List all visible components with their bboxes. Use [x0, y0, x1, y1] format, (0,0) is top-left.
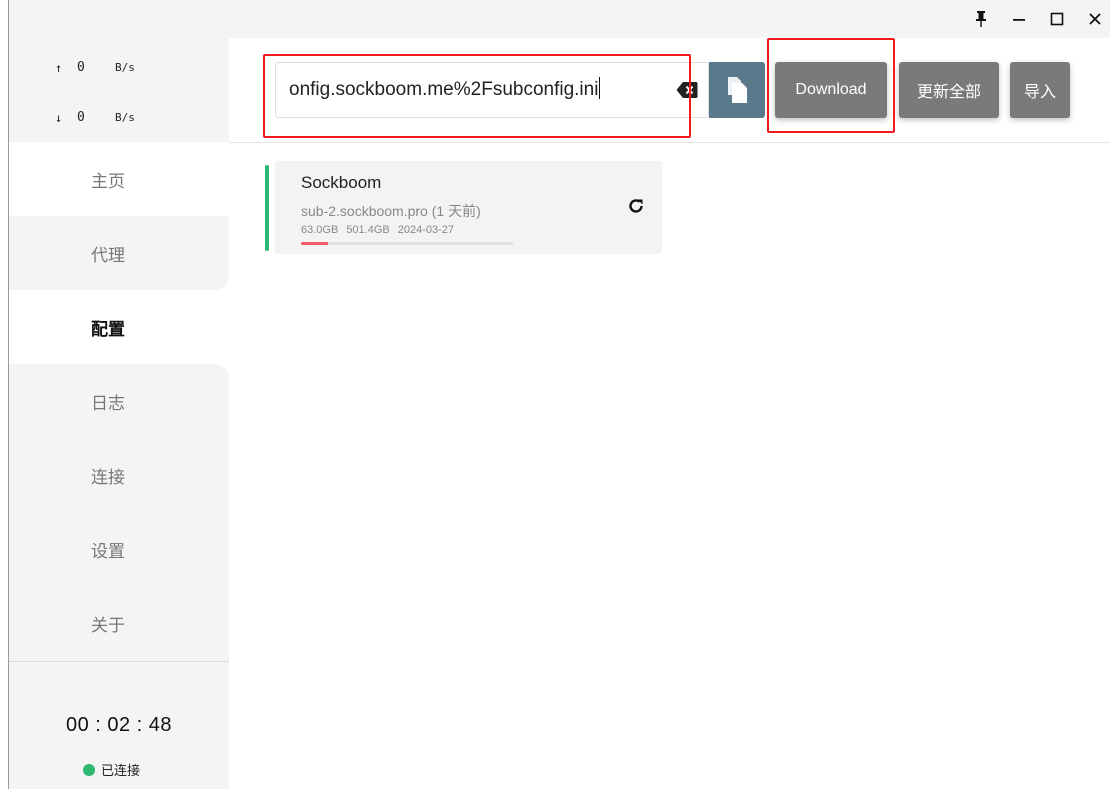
- app-window: ↑ 0 B/s ↓ 0 B/s 主页 代理 配置 日志 连接 设置 关于 00 …: [8, 0, 1110, 789]
- sidebar-item-label: 连接: [91, 467, 125, 487]
- import-button[interactable]: 导入: [1010, 62, 1070, 118]
- sidebar-item-home[interactable]: 主页: [9, 142, 229, 216]
- sidebar-item-proxy[interactable]: 代理: [9, 216, 229, 290]
- upload-speed: ↑ 0 B/s: [55, 60, 135, 75]
- sidebar-item-label: 配置: [91, 319, 125, 339]
- sidebar-item-profiles[interactable]: 配置: [9, 290, 229, 364]
- sidebar-menu: 主页 代理 配置 日志 连接 设置 关于: [9, 142, 229, 660]
- sidebar-item-label: 设置: [91, 541, 125, 561]
- sidebar-item-label: 主页: [91, 171, 125, 191]
- paste-icon: [728, 77, 747, 103]
- close-icon[interactable]: [1087, 6, 1103, 32]
- profile-name: Sockboom: [301, 173, 382, 192]
- connection-status-label: 已连接: [101, 763, 141, 778]
- minimize-icon[interactable]: [1011, 6, 1027, 32]
- active-profile-indicator: [265, 165, 269, 251]
- status-dot-icon: [83, 763, 95, 776]
- main-content: onfig.sockboom.me%2Fsubconfig.ini Downlo…: [229, 38, 1110, 789]
- sidebar-item-settings[interactable]: 设置: [9, 512, 229, 586]
- profile-used: 63.0GB: [301, 224, 339, 236]
- sidebar-divider: [9, 661, 229, 662]
- sidebar-item-about[interactable]: 关于: [9, 586, 229, 660]
- pin-icon[interactable]: [973, 6, 989, 32]
- usage-progress-bar: [301, 242, 513, 245]
- update-all-button[interactable]: 更新全部: [899, 62, 999, 118]
- sidebar-item-label: 关于: [91, 615, 125, 635]
- usage-progress-fill: [301, 242, 328, 245]
- profile-expire: 2024-03-27: [397, 224, 455, 236]
- traffic-speeds: ↑ 0 B/s ↓ 0 B/s: [9, 38, 229, 142]
- maximize-icon[interactable]: [1049, 6, 1065, 32]
- download-speed-value: 0: [77, 110, 85, 125]
- download-speed: ↓ 0 B/s: [55, 110, 135, 125]
- uptime-timer: 00 : 02 : 48: [65, 714, 173, 736]
- connection-status: 已连接: [83, 760, 140, 779]
- profile-card[interactable]: Sockboom sub-2.sockboom.pro (1 天前) 63.0G…: [265, 161, 662, 254]
- upload-speed-unit: B/s: [115, 61, 135, 74]
- sidebar-item-label: 代理: [91, 245, 125, 265]
- profile-usage: 63.0GB 501.4GB 2024-03-27: [301, 224, 454, 236]
- paste-button[interactable]: [709, 62, 765, 118]
- toolbar-divider: [229, 142, 1110, 143]
- profile-total: 501.4GB: [346, 224, 390, 236]
- profile-source: sub-2.sockboom.pro (1 天前): [301, 203, 481, 219]
- sidebar: ↑ 0 B/s ↓ 0 B/s 主页 代理 配置 日志 连接 设置 关于 00 …: [9, 38, 229, 789]
- sidebar-item-connections[interactable]: 连接: [9, 438, 229, 512]
- download-speed-unit: B/s: [115, 111, 135, 124]
- download-arrow-icon: ↓: [55, 110, 63, 125]
- sidebar-item-label: 日志: [91, 393, 125, 413]
- refresh-icon[interactable]: [627, 197, 645, 215]
- upload-speed-value: 0: [77, 60, 85, 75]
- sidebar-item-logs[interactable]: 日志: [9, 364, 229, 438]
- title-bar: [9, 0, 1110, 38]
- url-highlight-box: [263, 54, 691, 138]
- window-controls: [973, 6, 1103, 32]
- download-highlight-box: [767, 38, 895, 133]
- upload-arrow-icon: ↑: [55, 60, 63, 75]
